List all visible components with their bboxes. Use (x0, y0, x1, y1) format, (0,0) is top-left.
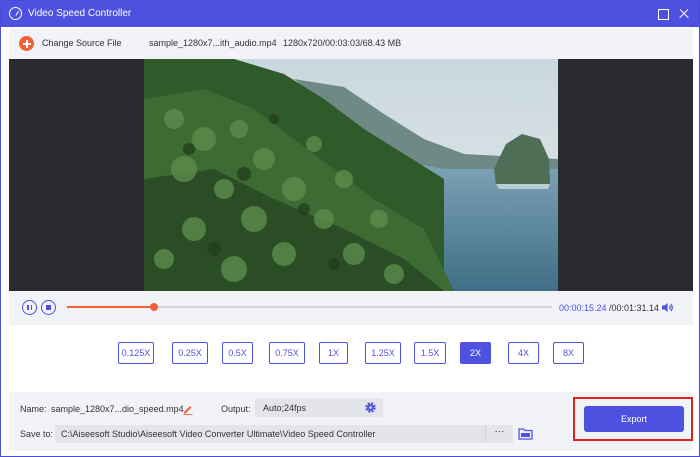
edit-icon[interactable] (182, 403, 194, 415)
add-icon[interactable] (19, 36, 34, 51)
output-format-value: Auto;24fps (263, 403, 307, 413)
gear-icon[interactable] (364, 401, 377, 414)
speed-option-0-125x[interactable]: 0.125X (118, 342, 154, 364)
speed-controller-icon (9, 7, 22, 20)
pause-button[interactable] (22, 300, 37, 315)
video-thumbnail-image (144, 59, 558, 291)
speed-option-1x[interactable]: 1X (319, 342, 348, 364)
speed-option-2x[interactable]: 2X (460, 342, 491, 364)
progress-handle[interactable] (150, 303, 159, 311)
maximize-icon[interactable] (656, 7, 670, 21)
source-file-info: 1280x720/00:03:03/68.43 MB (283, 38, 402, 48)
save-path-field[interactable]: C:\Aiseesoft Studio\Aiseesoft Video Conv… (55, 425, 485, 443)
save-path-value: C:\Aiseesoft Studio\Aiseesoft Video Conv… (61, 429, 376, 439)
source-file-name: sample_1280x7...ith_audio.mp4 (149, 38, 277, 48)
title-bar: Video Speed Controller (1, 1, 699, 27)
total-time: /00:01:31.14 (609, 303, 660, 313)
playback-bar: 00:00:15.24 /00:01:31.14 (9, 291, 693, 325)
speed-option-1-25x[interactable]: 1.25X (365, 342, 401, 364)
speed-option-0-75x[interactable]: 0.75X (269, 342, 305, 364)
current-time: 00:00:15.24 (559, 303, 607, 313)
speed-option-0-5x[interactable]: 0.5X (222, 342, 253, 364)
stop-button[interactable] (41, 300, 56, 315)
name-label: Name: (20, 404, 47, 414)
speed-option-0-25x[interactable]: 0.25X (172, 342, 208, 364)
window-title: Video Speed Controller (28, 8, 132, 19)
video-preview (9, 59, 693, 291)
export-highlight: Export (573, 397, 693, 441)
export-button[interactable]: Export (584, 406, 684, 432)
speed-option-4x[interactable]: 4X (508, 342, 539, 364)
output-label: Output: (221, 404, 251, 414)
app-window: Video Speed Controller Change Source Fil… (0, 0, 700, 457)
video-frame (144, 59, 558, 291)
progress-fill (67, 306, 155, 308)
browse-button[interactable]: ··· (485, 425, 513, 443)
source-bar: Change Source File sample_1280x7...ith_a… (9, 28, 693, 59)
change-source-button[interactable]: Change Source File (42, 38, 122, 48)
speed-options: 0.125X 0.25X 0.5X 0.75X 1X 1.25X 1.5X 2X 4X 8X (1, 342, 700, 366)
output-format-field[interactable]: Auto;24fps (255, 398, 383, 417)
speed-option-8x[interactable]: 8X (553, 342, 584, 364)
speed-option-1-5x[interactable]: 1.5X (414, 342, 446, 364)
volume-icon[interactable] (661, 302, 674, 313)
progress-slider[interactable] (67, 303, 552, 311)
close-icon[interactable] (677, 7, 691, 21)
save-to-label: Save to: (20, 429, 54, 439)
folder-icon[interactable] (518, 427, 533, 440)
output-file-name: sample_1280x7...dio_speed.mp4 (51, 404, 184, 414)
